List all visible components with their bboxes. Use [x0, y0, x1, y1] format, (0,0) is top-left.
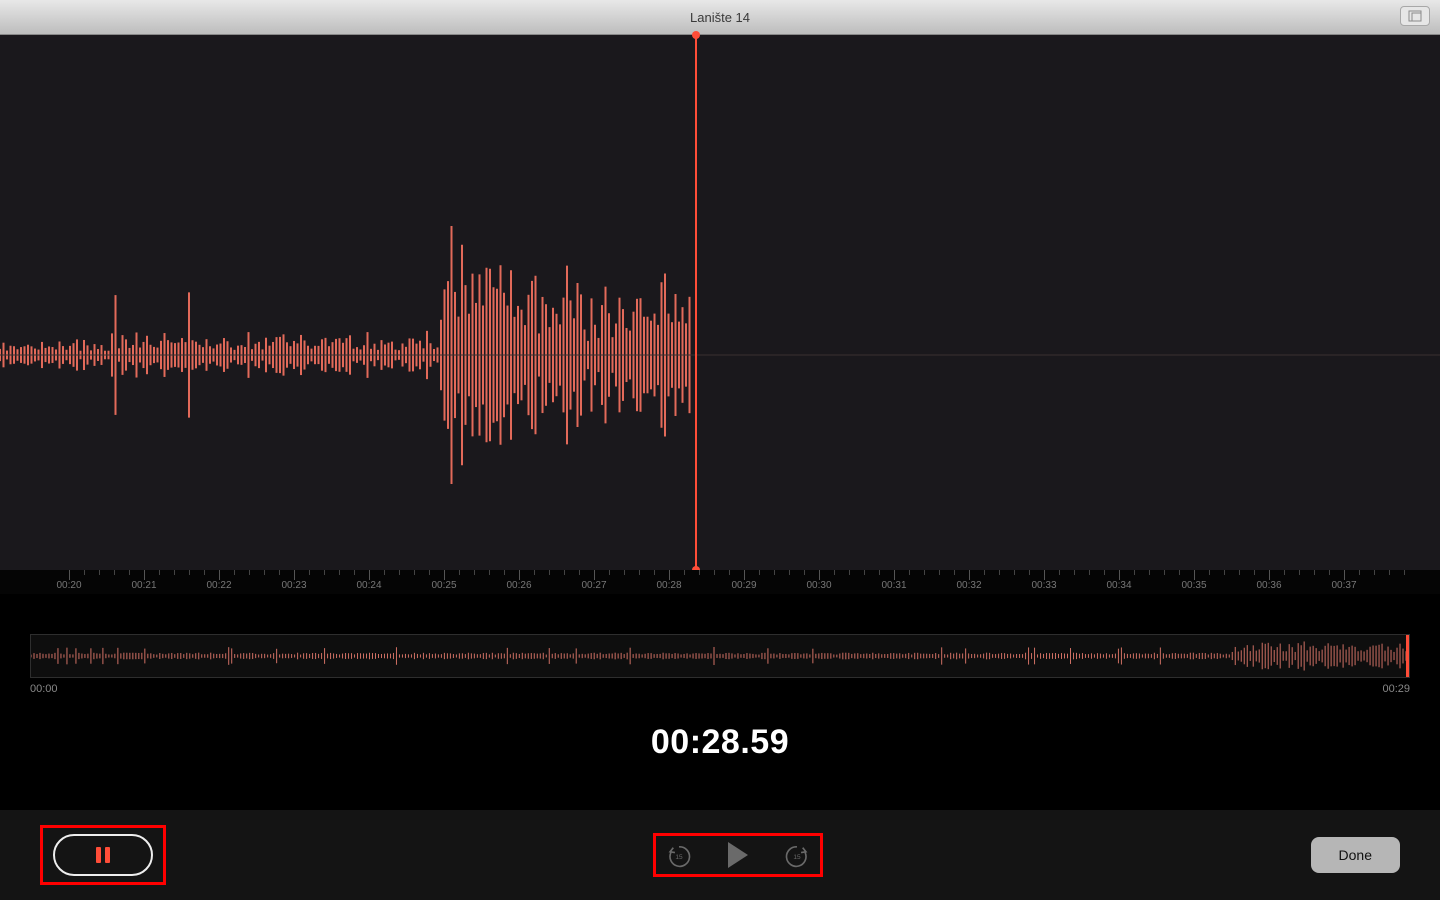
- ruler-label: 00:29: [731, 580, 756, 591]
- done-button[interactable]: Done: [1311, 837, 1400, 873]
- ruler-label: 00:31: [881, 580, 906, 591]
- ruler-label: 00:37: [1331, 580, 1356, 591]
- ruler-label: 00:27: [581, 580, 606, 591]
- ruler-label: 00:22: [206, 580, 231, 591]
- pause-button[interactable]: [53, 834, 153, 876]
- timecode-readout: 00:28.59: [0, 723, 1440, 762]
- overview-playhead[interactable]: [1406, 635, 1409, 677]
- ruler-label: 00:25: [431, 580, 456, 591]
- trim-button[interactable]: [1400, 6, 1430, 26]
- ruler-label: 00:35: [1181, 580, 1206, 591]
- overview-start-label: 00:00: [30, 683, 58, 695]
- play-button[interactable]: [728, 842, 748, 868]
- ruler-label: 00:21: [131, 580, 156, 591]
- ruler-label: 00:33: [1031, 580, 1056, 591]
- svg-text:15: 15: [794, 854, 802, 861]
- skip-back-button[interactable]: 15: [666, 842, 692, 868]
- overview-graphic: [31, 635, 1409, 677]
- ruler-label: 00:30: [806, 580, 831, 591]
- overview-end-label: 00:29: [1382, 683, 1410, 695]
- skip-forward-button[interactable]: 15: [784, 842, 810, 868]
- ruler-label: 00:36: [1256, 580, 1281, 591]
- ruler-label: 00:34: [1106, 580, 1131, 591]
- ruler-label: 00:20: [56, 580, 81, 591]
- waveform-main[interactable]: [0, 35, 1440, 570]
- ruler-label: 00:26: [506, 580, 531, 591]
- overview-waveform[interactable]: [30, 634, 1410, 678]
- playback-highlight: 15 15: [653, 833, 823, 877]
- pause-highlight: [40, 825, 166, 885]
- pause-icon: [96, 847, 110, 863]
- playhead[interactable]: [695, 35, 697, 570]
- ruler-label: 00:24: [356, 580, 381, 591]
- time-ruler[interactable]: 00:20 00:21 00:22 00:23 00:24 00:25 00:26 00:27…: [0, 570, 1440, 594]
- svg-text:15: 15: [676, 854, 684, 861]
- crop-icon: [1408, 10, 1422, 22]
- waveform-graphic: [0, 35, 1440, 570]
- window-title: Lanište 14: [690, 10, 750, 25]
- ruler-label: 00:28: [656, 580, 681, 591]
- ruler-label: 00:32: [956, 580, 981, 591]
- titlebar: Lanište 14: [0, 0, 1440, 35]
- overview-labels: 00:00 00:29: [30, 683, 1410, 695]
- bottom-toolbar: 15 15 Done: [0, 810, 1440, 900]
- ruler-label: 00:23: [281, 580, 306, 591]
